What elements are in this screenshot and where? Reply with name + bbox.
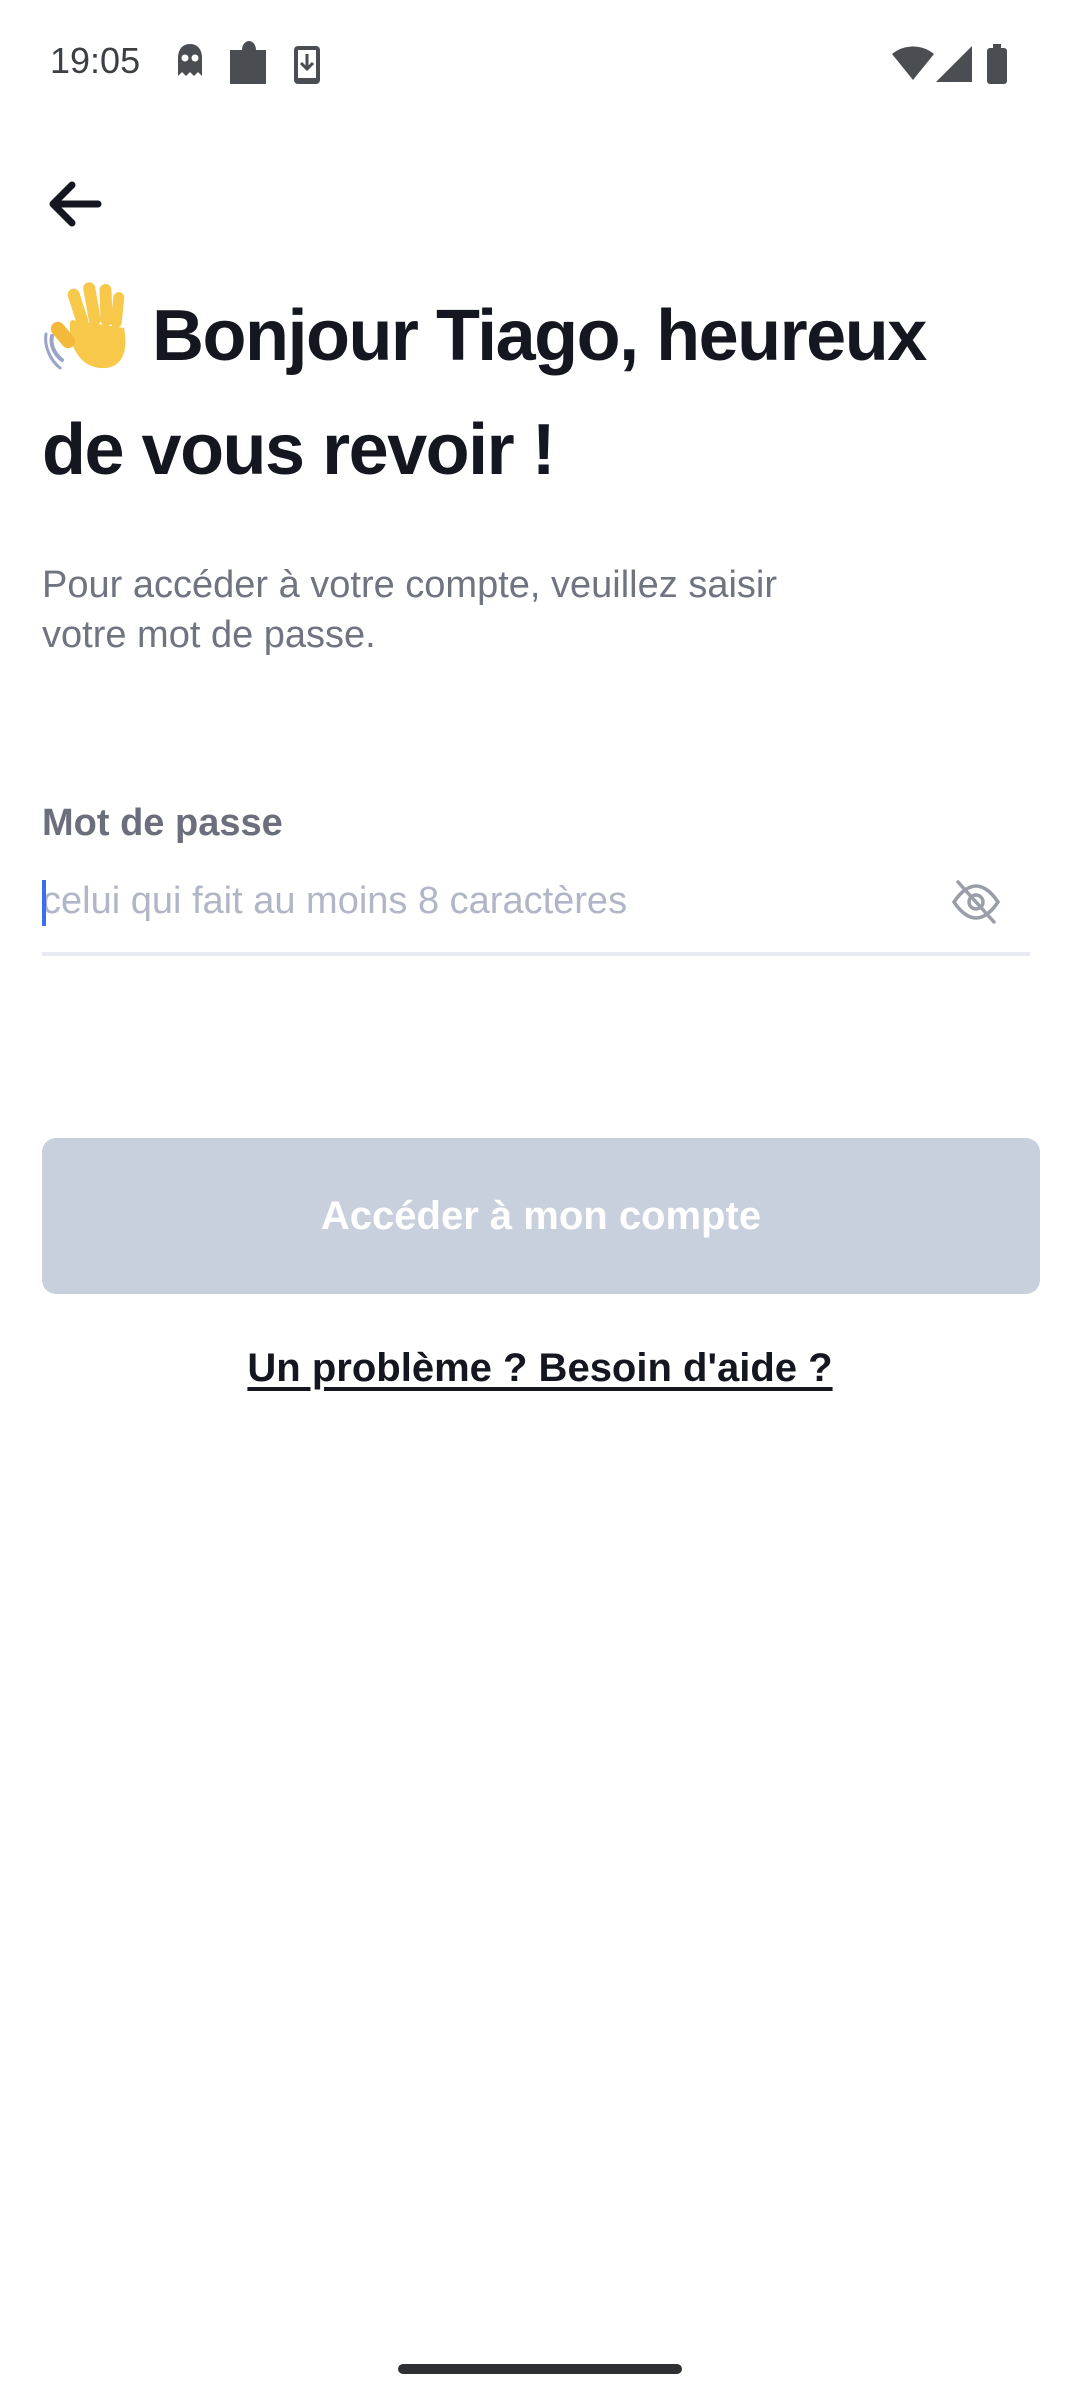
password-label: Mot de passe (42, 802, 283, 844)
greeting-line-2: de vous revoir ! (42, 410, 556, 490)
waving-hand-icon (42, 278, 138, 374)
text-caret (42, 880, 46, 926)
help-link[interactable]: Un problème ? Besoin d'aide ? (0, 1346, 1080, 1391)
signal-icon (936, 46, 972, 87)
wifi-icon (892, 46, 934, 85)
back-button[interactable] (36, 166, 112, 242)
password-field (42, 866, 1030, 956)
puzzle-icon (226, 38, 270, 93)
status-bar: 19:05 (0, 0, 1080, 130)
password-input[interactable] (42, 866, 922, 936)
page-title: Bonjour Tiago, heureux de vous revoir ! (42, 278, 1042, 507)
greeting-line-1: Bonjour Tiago, heureux (152, 296, 927, 376)
home-indicator[interactable] (398, 2364, 682, 2374)
eye-off-icon[interactable] (950, 876, 1002, 928)
incognito-icon (172, 42, 208, 87)
subtitle-line-2: votre mot de passe. (42, 614, 376, 656)
submit-button[interactable]: Accéder à mon compte (42, 1138, 1040, 1294)
subtitle: Pour accéder à votre compte, veuillez sa… (42, 560, 922, 660)
subtitle-line-1: Pour accéder à votre compte, veuillez sa… (42, 564, 777, 606)
battery-icon (986, 44, 1008, 89)
arrow-left-icon (49, 181, 102, 227)
download-icon (292, 44, 322, 91)
status-time: 19:05 (50, 40, 141, 81)
